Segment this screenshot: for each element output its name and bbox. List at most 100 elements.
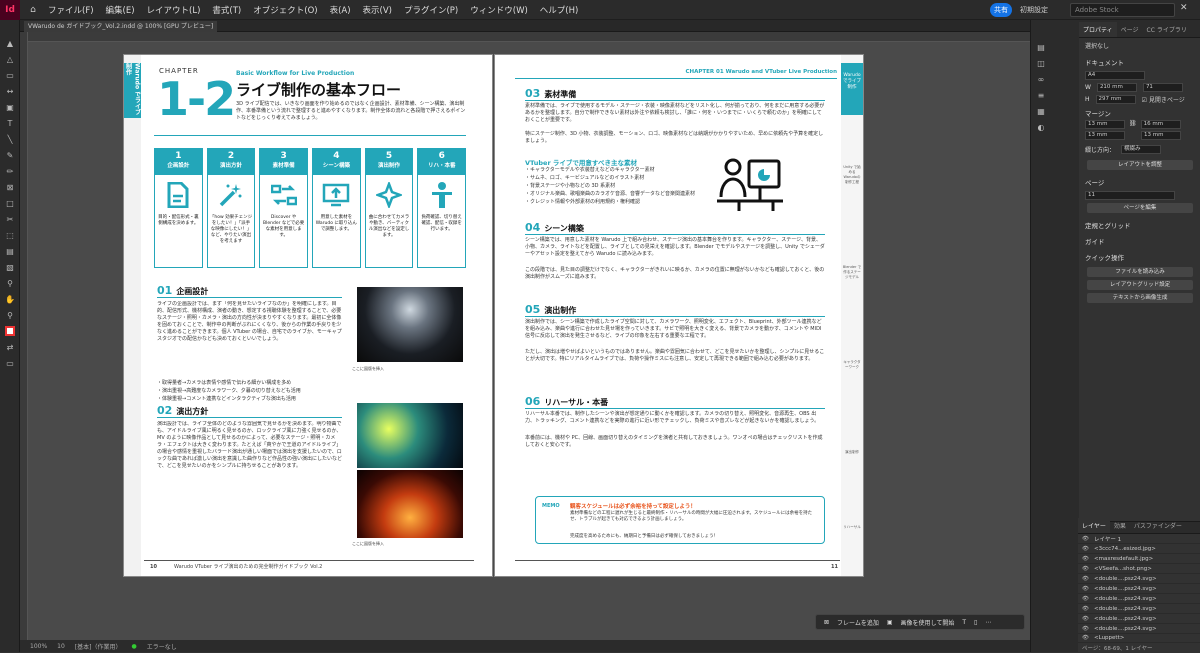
layer-item-row[interactable]: 👁 <maxresdefault.jpg> [1078,554,1200,564]
menu-edit[interactable]: 編集(E) [100,4,141,16]
links-panel-icon[interactable]: ∞ [1034,72,1048,86]
share-button[interactable]: 共有 [990,3,1012,17]
concert-photo[interactable] [357,403,463,468]
tab-effects[interactable]: 効果 [1110,518,1130,533]
visibility-eye-icon[interactable]: 👁 [1082,566,1090,572]
binding-select[interactable]: 横綴み [1121,145,1162,154]
add-frame-button[interactable]: フレームを追加 [837,618,879,627]
margin-bottom-field[interactable]: 13 mm [1085,131,1125,140]
preview-mode-icon[interactable]: ▭ [3,356,17,370]
page-size-select[interactable]: A4 [1085,71,1145,80]
rectangle-tool-icon[interactable]: □ [3,196,17,210]
content-collector-icon[interactable]: ▣ [3,100,17,114]
selection-tool-icon[interactable]: ▲ [3,36,17,50]
visibility-eye-icon[interactable]: 👁 [1082,536,1090,542]
tab-pathfinder[interactable]: パスファインダー [1130,518,1186,533]
page-tool-icon[interactable]: ▭ [3,68,17,82]
start-with-image-button[interactable]: 画像を使用して開始 [901,618,955,627]
stage-photo[interactable] [357,287,463,362]
swatches-panel-icon[interactable]: ▦ [1034,104,1048,118]
edit-page-button[interactable]: ページを編集 [1087,203,1193,213]
layer-item-row[interactable]: 👁 <double....psz24.svg> [1078,594,1200,604]
scissors-tool-icon[interactable]: ✂ [3,212,17,226]
visibility-eye-icon[interactable]: 👁 [1082,635,1090,641]
page-width-field[interactable]: 210 mm [1096,83,1137,92]
menu-window[interactable]: ウィンドウ(W) [464,4,534,16]
tab-properties[interactable]: プロパティ [1079,22,1117,37]
layer-item-row[interactable]: 👁 <double....psz24.svg> [1078,604,1200,614]
layer-item-row[interactable]: 👁 <VSeefa...shot.png> [1078,564,1200,574]
preflight-profile[interactable]: [基本]（作業用） [75,642,122,651]
stroke-panel-icon[interactable]: ≡ [1034,88,1048,102]
horizontal-ruler[interactable] [28,32,1030,42]
text-to-image-button[interactable]: テキストから画像生成 [1087,293,1193,303]
visibility-eye-icon[interactable]: 👁 [1082,556,1090,562]
type-tool-icon[interactable]: T [3,116,17,130]
gap-tool-icon[interactable]: ↔ [3,84,17,98]
layer-item-row[interactable]: 👁 <Luppett> [1078,634,1200,643]
margin-inside-field[interactable]: 16 mm [1140,120,1181,129]
vertical-ruler[interactable] [20,32,28,640]
layers-panel-icon[interactable]: ◫ [1034,56,1048,70]
close-window-icon[interactable]: ✕ [1180,3,1188,13]
pen-tool-icon[interactable]: ✎ [3,148,17,162]
more-options-icon[interactable]: ⋯ [985,619,991,626]
page-count-field[interactable]: 71 [1142,83,1183,92]
line-tool-icon[interactable]: ╲ [3,132,17,146]
pages-panel-icon[interactable]: ▤ [1034,40,1048,54]
tab-pages[interactable]: ページ [1117,22,1143,37]
pencil-tool-icon[interactable]: ✏ [3,164,17,178]
page-field[interactable]: 10 [57,643,65,650]
stock-search-input[interactable]: Adobe Stock [1070,3,1175,17]
link-margins-icon[interactable]: ⛓ [1129,120,1137,129]
menu-type[interactable]: 書式(T) [206,4,247,16]
margin-top-field[interactable]: 13 mm [1085,120,1125,129]
swap-icon[interactable]: ⇄ [3,340,17,354]
hand-tool-icon[interactable]: ✋ [3,292,17,306]
home-icon[interactable]: ⌂ [24,5,42,15]
layer-item-row[interactable]: 👁 <double....psz24.svg> [1078,614,1200,624]
menu-layout[interactable]: レイアウト(L) [141,4,207,16]
left-page[interactable]: Warudo でライブ制作 CHAPTER 1-2 Basic Workflow… [123,54,493,577]
color-panel-icon[interactable]: ◐ [1034,120,1048,134]
adjust-layout-button[interactable]: レイアウトを調整 [1087,160,1193,170]
free-transform-tool-icon[interactable]: ⬚ [3,228,17,242]
zoom-level[interactable]: 100% [30,643,47,650]
concert-photo[interactable] [357,470,463,538]
menu-file[interactable]: ファイル(F) [42,4,100,16]
visibility-eye-icon[interactable]: 👁 [1082,576,1090,582]
menu-plugins[interactable]: プラグイン(P) [398,4,464,16]
note-tool-icon[interactable]: ▧ [3,260,17,274]
visibility-eye-icon[interactable]: 👁 [1082,586,1090,592]
gradient-tool-icon[interactable]: ▤ [3,244,17,258]
rectangle-frame-tool-icon[interactable]: ⊠ [3,180,17,194]
preflight-status[interactable]: エラーなし [147,642,177,651]
page-select[interactable]: 11 [1085,191,1175,200]
visibility-eye-icon[interactable]: 👁 [1082,596,1090,602]
menu-object[interactable]: オブジェクト(O) [247,4,323,16]
workspace-switcher[interactable]: 初期設定 [1020,5,1048,15]
layout-grid-settings-button[interactable]: レイアウトグリッド設定 [1087,280,1193,290]
fill-stroke-icon[interactable] [3,324,17,338]
layer-item-row[interactable]: 👁 <double....psz24.svg> [1078,624,1200,634]
facing-pages-checkbox[interactable]: ☑ 見開きページ [1142,95,1185,104]
zoom-tool-icon[interactable]: ⚲ [3,308,17,322]
import-file-button[interactable]: ファイルを読み込み [1087,267,1193,277]
menu-view[interactable]: 表示(V) [357,4,398,16]
margin-outside-field[interactable]: 13 mm [1141,131,1181,140]
layer-item-row[interactable]: 👁 <3ccc74...esized.jpg> [1078,544,1200,554]
eyedropper-tool-icon[interactable]: ⚲ [3,276,17,290]
visibility-eye-icon[interactable]: 👁 [1082,606,1090,612]
direct-selection-tool-icon[interactable]: △ [3,52,17,66]
menu-help[interactable]: ヘルプ(H) [534,4,585,16]
layer-row[interactable]: 👁 レイヤー 1 [1078,534,1200,544]
tab-layers[interactable]: レイヤー [1078,518,1110,533]
layer-item-row[interactable]: 👁 <double....psz24.svg> [1078,574,1200,584]
visibility-eye-icon[interactable]: 👁 [1082,626,1090,632]
visibility-eye-icon[interactable]: 👁 [1082,616,1090,622]
document-icon[interactable]: ▯ [974,619,977,626]
type-icon[interactable]: T [962,619,966,626]
document-tab[interactable]: VWarudo de ガイドブック_Vol.2.indd @ 100% [GPU… [24,21,218,32]
right-page[interactable]: Warudo でライブ制作 Unity で始めるWarudoの制作工程 Blen… [494,54,864,577]
tab-cc-libraries[interactable]: CC ライブラリ [1143,22,1191,37]
